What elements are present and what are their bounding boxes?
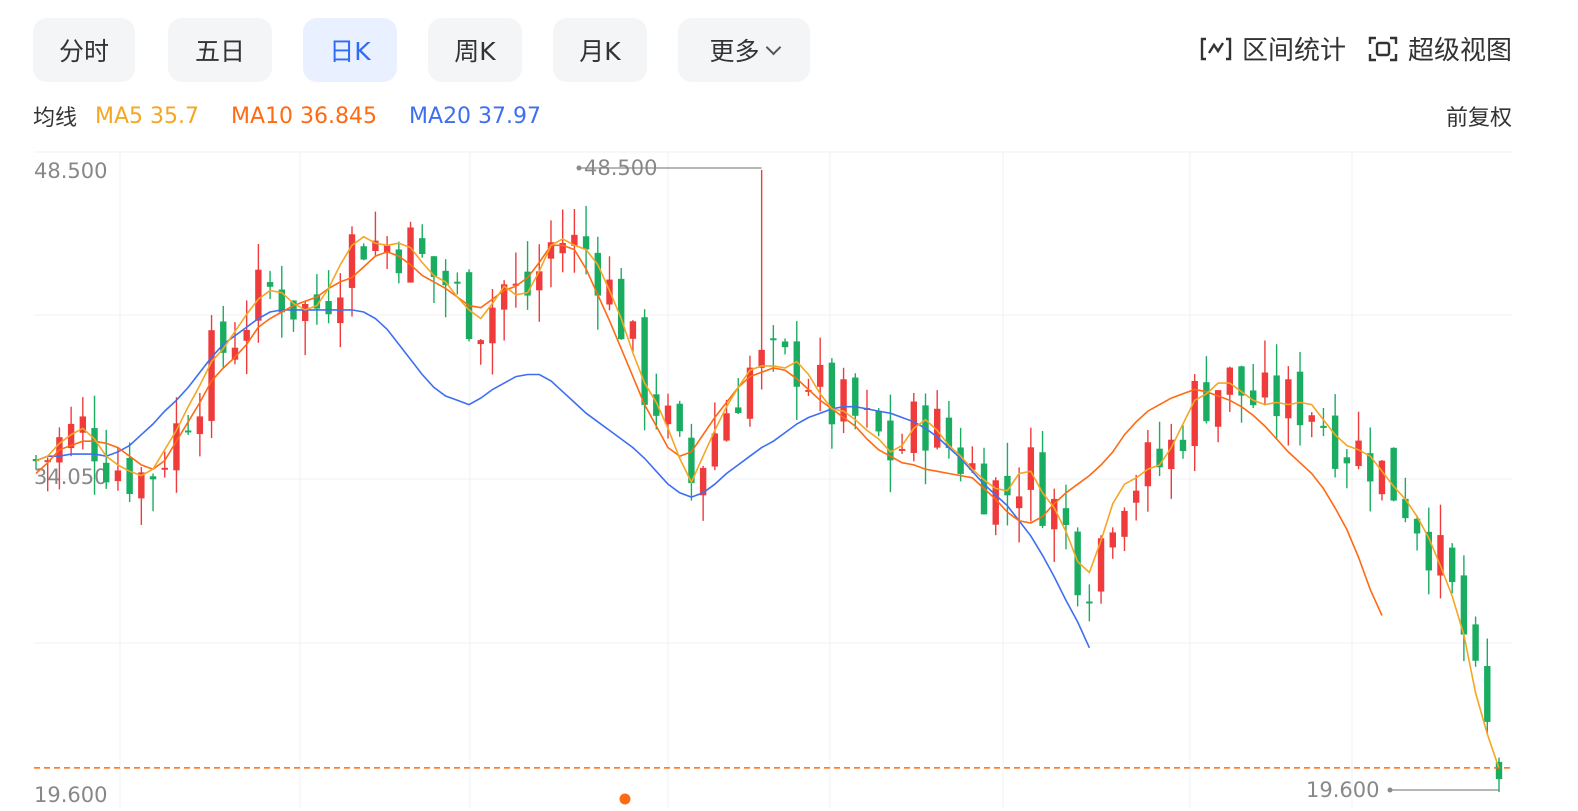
candle-body [301, 303, 309, 322]
candle-body [1109, 532, 1116, 548]
candle-body [1285, 379, 1292, 419]
candle-body [816, 364, 824, 387]
candle-body [781, 341, 789, 348]
candle-body [1308, 415, 1315, 422]
candle-body [676, 403, 683, 432]
low-marker-label: 19.600 [1306, 778, 1379, 802]
candle-body [1144, 442, 1152, 487]
candle-body [1378, 460, 1386, 495]
candle-body [664, 405, 672, 425]
candle-body [1226, 367, 1234, 395]
candle-body [1027, 447, 1035, 490]
candle-body [852, 377, 859, 416]
candle-body [1355, 440, 1362, 467]
chart-grid: 48.500 34.050 19.600 [34, 151, 1512, 808]
candle-body [184, 430, 192, 433]
event-marker [619, 793, 631, 805]
candle-body [1179, 439, 1187, 452]
candle-body [1343, 457, 1351, 464]
candle-body [395, 249, 403, 274]
candle-body [1390, 447, 1397, 501]
candle-body [735, 407, 742, 414]
candle-body [1437, 535, 1444, 576]
candle-body [1495, 761, 1503, 780]
candle-body [126, 457, 133, 495]
candle-body [91, 428, 98, 462]
candle-body [641, 317, 648, 405]
candle-body [723, 413, 730, 441]
candle-body [489, 307, 496, 344]
candle-body [1331, 415, 1339, 469]
candle-body [1472, 624, 1479, 661]
candle-body [1296, 371, 1304, 426]
candle-body [325, 301, 332, 315]
candle-body [1261, 372, 1269, 398]
candle-body [196, 416, 204, 435]
candle-body [1132, 490, 1140, 503]
candle-body [161, 467, 168, 470]
y-tick-label: 19.600 [34, 783, 107, 807]
candle-body [828, 362, 836, 425]
candle-body [149, 476, 157, 480]
candle-body [348, 234, 356, 288]
candle-body [454, 281, 461, 284]
candle-body [1273, 375, 1280, 417]
candle-body [407, 227, 414, 283]
candle-body [243, 330, 250, 341]
candle-body [629, 321, 637, 339]
low-marker-dot [1387, 787, 1393, 793]
candle-body [114, 470, 122, 482]
y-tick-label: 34.050 [34, 465, 107, 489]
high-marker-dot [576, 165, 582, 171]
candle-body [1448, 547, 1456, 583]
high-marker-label: 48.500 [584, 156, 657, 180]
candle-body [208, 330, 215, 421]
candle-body [255, 269, 262, 321]
candle-body [1121, 510, 1128, 537]
candle-body [103, 462, 110, 483]
candle-body [1484, 666, 1491, 722]
candle-body [1015, 496, 1023, 509]
candle-body [1203, 382, 1210, 422]
kline-chart[interactable]: 48.500 34.050 19.600 48.500 19.600 [0, 0, 1578, 811]
candle-body [770, 338, 777, 341]
candle-body [266, 282, 274, 287]
candle-body [618, 278, 625, 340]
candle-body [1086, 601, 1093, 604]
y-tick-label: 48.500 [34, 159, 107, 183]
candlestick-series [32, 170, 1503, 792]
candle-body [1320, 425, 1327, 428]
candle-body [898, 448, 906, 451]
candle-body [419, 238, 426, 255]
candle-body [582, 236, 590, 250]
candle-body [477, 340, 484, 345]
candle-body [1004, 475, 1011, 496]
candle-body [875, 410, 882, 432]
candle-body [711, 433, 719, 467]
candle-body [1062, 508, 1070, 525]
candle-body [360, 246, 367, 260]
chart-overlay: 48.500 19.600 [34, 156, 1512, 805]
